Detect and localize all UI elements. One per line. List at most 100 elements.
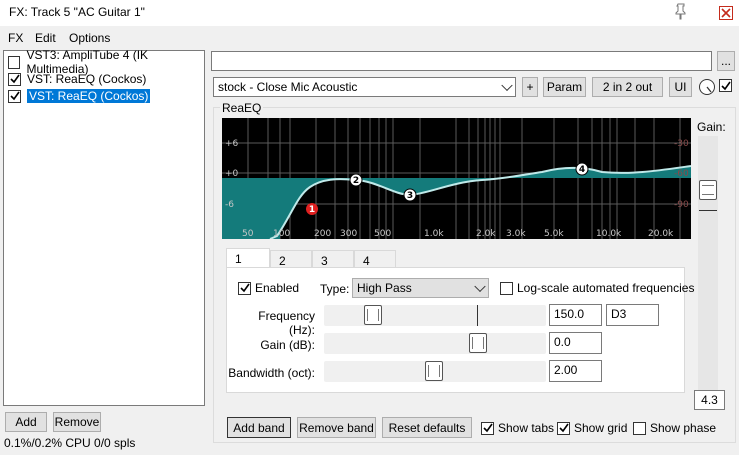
band-gain-slider-track[interactable] xyxy=(324,333,546,354)
frequency-slider-thumb[interactable] xyxy=(364,305,382,325)
fx-enable-checkbox[interactable] xyxy=(8,89,21,103)
check-icon xyxy=(482,423,493,433)
show-phase-checkbox[interactable]: Show phase xyxy=(633,421,716,435)
add-band-button[interactable]: Add band xyxy=(227,417,291,438)
fx-chain-list[interactable]: VST3: AmpliTube 4 (IK Multimedia) VST: R… xyxy=(3,48,205,406)
db-right-label: -60 xyxy=(674,169,689,179)
freq-label: 10.0k xyxy=(596,229,622,239)
gain-slider-thumb[interactable] xyxy=(699,180,717,200)
remove-band-button[interactable]: Remove band xyxy=(297,417,376,438)
menu-options[interactable]: Options xyxy=(69,31,110,45)
db-label: +6 xyxy=(225,139,239,149)
eq-graph-svg: +6 +0 -6 -30 -60 -90 50 100 200 300 500 … xyxy=(222,118,692,240)
menu-edit[interactable]: Edit xyxy=(35,31,56,45)
remove-fx-button[interactable]: Remove xyxy=(53,412,101,432)
show-grid-label: Show grid xyxy=(574,421,628,435)
fx-item-label: VST: ReaEQ (Cockos) xyxy=(27,72,147,86)
param-button[interactable]: Param xyxy=(543,77,586,97)
show-tabs-check[interactable] xyxy=(481,421,494,435)
show-phase-check[interactable] xyxy=(633,421,646,435)
enabled-checkbox[interactable]: Enabled xyxy=(238,281,299,295)
plugin-name: ReaEQ xyxy=(220,101,264,115)
band-gain-slider-thumb[interactable] xyxy=(469,333,487,353)
show-tabs-label: Show tabs xyxy=(498,421,555,435)
fx-name-field[interactable] xyxy=(211,51,712,71)
frequency-label: Frequency (Hz): xyxy=(258,309,315,337)
pin-icon[interactable] xyxy=(672,2,690,20)
browse-button[interactable]: ... xyxy=(717,51,735,71)
band-node-label: 1 xyxy=(309,205,315,215)
check-icon xyxy=(9,91,20,101)
fx-enable-checkbox[interactable] xyxy=(8,72,21,86)
freq-label: 200 xyxy=(314,229,331,239)
bandwidth-input[interactable]: 2.00 xyxy=(549,360,602,382)
show-grid-check[interactable] xyxy=(557,421,570,435)
frequency-center-mark xyxy=(477,305,478,326)
frequency-input[interactable]: 150.0 xyxy=(549,304,602,326)
fx-item-selected[interactable]: VST: ReaEQ (Cockos) xyxy=(8,88,151,104)
filter-type-dropdown[interactable]: High Pass xyxy=(352,278,489,298)
menu-bar: FX Edit Options xyxy=(0,28,739,48)
band-node-label: 3 xyxy=(407,191,413,201)
band-node-label: 4 xyxy=(579,165,585,175)
preset-add-button[interactable]: + xyxy=(522,77,538,97)
reset-defaults-button[interactable]: Reset defaults xyxy=(382,417,472,438)
wet-knob[interactable] xyxy=(698,78,716,96)
db-label: -6 xyxy=(225,200,234,210)
gain-value[interactable]: 4.3 xyxy=(694,390,725,410)
ui-button[interactable]: UI xyxy=(669,77,692,97)
check-icon xyxy=(720,81,731,90)
db-right-label: -90 xyxy=(674,200,689,210)
check-icon xyxy=(9,74,20,84)
gain-slider-track[interactable] xyxy=(698,136,718,390)
frequency-slider-track[interactable] xyxy=(324,305,546,326)
chevron-down-icon xyxy=(474,280,486,293)
freq-label: 5.0k xyxy=(544,229,564,239)
freq-label: 100 xyxy=(273,229,290,239)
filter-type-value: High Pass xyxy=(357,281,412,295)
window-title: FX: Track 5 "AC Guitar 1" xyxy=(9,5,145,19)
tab-band-1[interactable]: 1 xyxy=(226,248,270,268)
show-grid-checkbox[interactable]: Show grid xyxy=(557,421,627,435)
bypass-checkbox[interactable] xyxy=(719,79,732,92)
fx-enable-checkbox[interactable] xyxy=(8,55,21,69)
log-scale-label: Log-scale automated frequencies xyxy=(517,281,695,295)
gain-label: Gain: xyxy=(697,120,726,134)
fx-item-label: VST: ReaEQ (Cockos) xyxy=(27,89,151,103)
band-gain-input[interactable]: 0.0 xyxy=(549,332,602,354)
freq-label: 300 xyxy=(340,229,357,239)
band-node-label: 2 xyxy=(353,176,359,186)
close-button[interactable] xyxy=(712,0,739,26)
freq-label: 3.0k xyxy=(506,229,526,239)
type-label: Type: xyxy=(320,282,350,296)
freq-label: 500 xyxy=(374,229,391,239)
freq-label: 1.0k xyxy=(424,229,444,239)
io-button[interactable]: 2 in 2 out xyxy=(592,77,663,97)
log-scale-check[interactable] xyxy=(500,281,513,295)
enabled-check[interactable] xyxy=(238,281,251,295)
log-scale-checkbox[interactable]: Log-scale automated frequencies xyxy=(500,281,694,295)
eq-graph[interactable]: +6 +0 -6 -30 -60 -90 50 100 200 300 500 … xyxy=(222,118,692,240)
show-phase-label: Show phase xyxy=(650,421,717,435)
note-input[interactable]: D3 xyxy=(606,304,659,326)
bandwidth-slider-thumb[interactable] xyxy=(425,361,443,381)
show-tabs-checkbox[interactable]: Show tabs xyxy=(481,421,554,435)
tab-band-2[interactable]: 2 xyxy=(270,250,312,268)
gain-zero-mark xyxy=(699,210,717,211)
preset-dropdown[interactable]: stock - Close Mic Acoustic xyxy=(213,77,516,97)
db-label: +0 xyxy=(225,169,239,179)
cpu-status: 0.1%/0.2% CPU 0/0 spls xyxy=(4,436,136,450)
add-fx-button[interactable]: Add xyxy=(5,412,47,432)
enabled-label: Enabled xyxy=(255,281,300,295)
freq-label: 20.0k xyxy=(648,229,674,239)
chevron-down-icon xyxy=(501,79,513,92)
check-icon xyxy=(239,283,250,293)
fx-item[interactable]: VST3: AmpliTube 4 (IK Multimedia) xyxy=(8,48,204,76)
menu-fx[interactable]: FX xyxy=(8,31,23,45)
tab-band-4[interactable]: 4 xyxy=(354,250,396,268)
close-icon xyxy=(718,6,733,20)
tab-band-3[interactable]: 3 xyxy=(312,250,354,268)
fx-item[interactable]: VST: ReaEQ (Cockos) xyxy=(8,71,146,87)
freq-label: 2.0k xyxy=(476,229,496,239)
preset-value: stock - Close Mic Acoustic xyxy=(218,80,358,94)
